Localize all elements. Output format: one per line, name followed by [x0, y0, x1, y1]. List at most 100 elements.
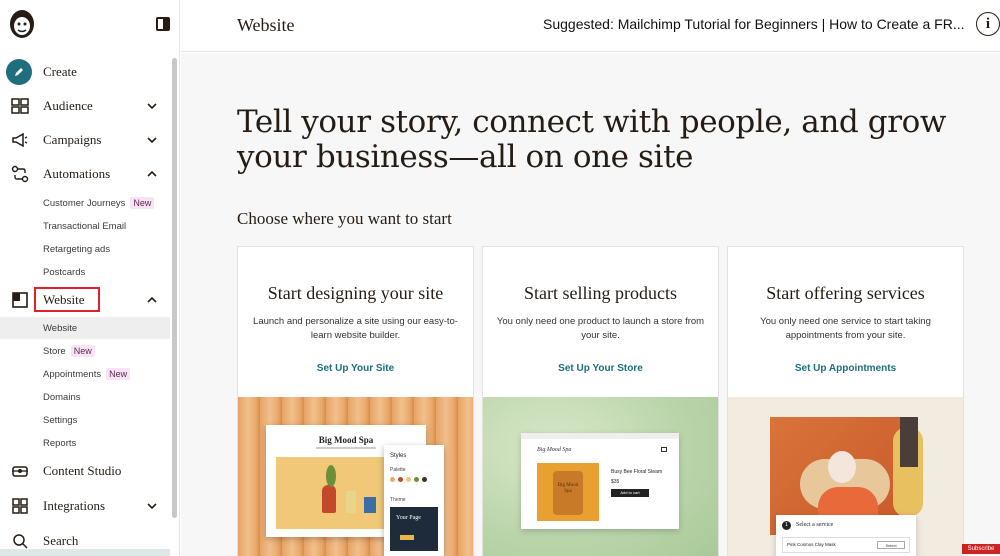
sub-retargeting-ads[interactable]: Retargeting ads: [0, 238, 170, 260]
sub-label: Domains: [43, 391, 81, 403]
chevron-down-icon: [146, 100, 158, 112]
sub-website[interactable]: Website: [0, 317, 170, 339]
card-description: You only need one service to start takin…: [760, 316, 931, 341]
subscribe-badge[interactable]: Subscribe: [962, 544, 1000, 554]
shoulder-shape: [818, 487, 878, 517]
jar-shape: [364, 497, 376, 513]
swatch: [398, 477, 403, 482]
swatch: [406, 477, 411, 482]
collapse-sidebar-icon[interactable]: [156, 17, 170, 31]
nav-search-label: Search: [43, 533, 79, 548]
bottle-shape: [346, 491, 356, 513]
palette-swatches: [390, 477, 427, 482]
card-title: Start offering services: [766, 283, 925, 303]
preview-brand: Big Mood Spa: [537, 447, 572, 453]
styles-label: Styles: [390, 453, 407, 459]
pencil-icon: [5, 58, 33, 86]
swatch: [390, 477, 395, 482]
store-preview-image: Big Mood Spa Big Mood Spa Busy Bee Flora…: [483, 397, 718, 556]
product-jar: Big Mood Spa: [553, 471, 583, 515]
audience-icon: [10, 96, 30, 116]
mailchimp-logo-icon[interactable]: [8, 8, 36, 40]
set-up-site-link[interactable]: Set Up Your Site: [238, 363, 473, 374]
card-design-site: Start designing your site Launch and per…: [237, 246, 474, 556]
plant-shape: [326, 465, 336, 487]
set-up-store-link[interactable]: Set Up Your Store: [483, 363, 718, 374]
page-title: Website: [237, 15, 295, 35]
sub-label: Transactional Email: [43, 220, 127, 232]
sidebar-bottom-bar: [0, 549, 170, 556]
sub-customer-journeys[interactable]: Customer Journeys New: [0, 192, 170, 214]
theme-card: Your Page: [390, 507, 438, 551]
nav-create[interactable]: Create: [0, 57, 170, 87]
step-circle: 1: [782, 521, 791, 530]
swatch: [422, 477, 427, 482]
your-page-label: Your Page: [396, 515, 421, 521]
jar-label: Big Mood Spa: [557, 483, 579, 494]
sub-label: Appointments: [43, 369, 102, 380]
select-service-label: Select a service: [796, 522, 834, 528]
sub-settings[interactable]: Settings: [0, 409, 170, 431]
section-subheading: Choose where you want to start: [237, 209, 452, 228]
sub-label: Website: [43, 322, 78, 334]
preview-store-window: Big Mood Spa Big Mood Spa Busy Bee Flora…: [521, 433, 679, 529]
sub-store[interactable]: Store New: [0, 340, 170, 362]
suggested-video-title[interactable]: Suggested: Mailchimp Tutorial for Beginn…: [543, 16, 965, 32]
sub-label: Store: [43, 346, 66, 357]
new-badge: New: [70, 345, 95, 357]
sub-appointments[interactable]: Appointments New: [0, 363, 170, 385]
set-up-appointments-link[interactable]: Set Up Appointments: [728, 363, 963, 374]
service-item-name: Pink Cosmos Clay Mask: [787, 542, 836, 547]
sub-label: Reports: [43, 437, 77, 449]
megaphone-icon: [10, 130, 30, 150]
nav-campaigns-label: Campaigns: [43, 132, 102, 147]
vase-shape: [322, 485, 336, 513]
preview-brand: Big Mood Spa: [318, 435, 374, 445]
sub-label: Retargeting ads: [43, 243, 111, 255]
sub-reports[interactable]: Reports: [0, 432, 170, 454]
chevron-up-icon: [146, 168, 158, 180]
new-badge: New: [106, 368, 131, 380]
theme-button: [400, 535, 414, 540]
sub-postcards[interactable]: Postcards: [0, 261, 170, 283]
nav-audience-label: Audience: [43, 98, 93, 113]
browser-bar: [521, 433, 679, 439]
swatch: [414, 477, 419, 482]
styles-panel: Styles Palette Theme Your Page: [384, 445, 444, 556]
card-description: You only need one product to launch a st…: [496, 316, 705, 341]
info-icon[interactable]: i: [976, 12, 1000, 36]
select-button: Select: [877, 541, 905, 549]
sidebar-scrollbar[interactable]: [172, 58, 177, 518]
preview-nav: [316, 447, 376, 449]
nav-campaigns[interactable]: Campaigns: [0, 125, 170, 155]
sub-domains[interactable]: Domains: [0, 386, 170, 408]
add-to-cart-button: Add to cart: [611, 489, 649, 497]
main-content: Tell your story, connect with people, an…: [181, 53, 1000, 556]
card-offer-services: Start offering services You only need on…: [727, 246, 964, 556]
product-price: $35: [611, 479, 620, 485]
card-sell-products: Start selling products You only need one…: [482, 246, 719, 556]
automations-icon: [10, 164, 30, 184]
nav-integrations-label: Integrations: [43, 498, 106, 513]
sidebar: Create Audience Campaigns Automations Cu…: [0, 0, 180, 556]
nav-automations[interactable]: Automations: [0, 159, 170, 189]
dark-block: [900, 417, 918, 467]
nav-integrations[interactable]: Integrations: [0, 491, 170, 521]
service-item-row: Pink Cosmos Clay Mask Select: [782, 537, 910, 553]
site-preview-image: Big Mood Spa Styles Palette Theme Your P…: [238, 397, 473, 556]
nav-audience[interactable]: Audience: [0, 91, 170, 121]
product-name: Busy Bee Floral Steam: [611, 469, 663, 475]
palette-label: Palette: [390, 467, 406, 473]
cart-icon: [661, 447, 667, 452]
website-icon: [10, 290, 30, 310]
theme-label: Theme: [390, 497, 406, 503]
sub-label: Customer Journeys: [43, 198, 126, 209]
service-panel: 1 Select a service Pink Cosmos Clay Mask…: [776, 515, 916, 556]
nav-content-studio-label: Content Studio: [43, 463, 122, 478]
nav-content-studio[interactable]: Content Studio: [0, 456, 170, 486]
sub-transactional-email[interactable]: Transactional Email: [0, 215, 170, 237]
content-studio-icon: [10, 461, 30, 481]
product-photo: Big Mood Spa: [537, 463, 599, 521]
hero-headline: Tell your story, connect with people, an…: [237, 104, 947, 175]
card-description: Launch and personalize a site using our …: [253, 316, 458, 341]
